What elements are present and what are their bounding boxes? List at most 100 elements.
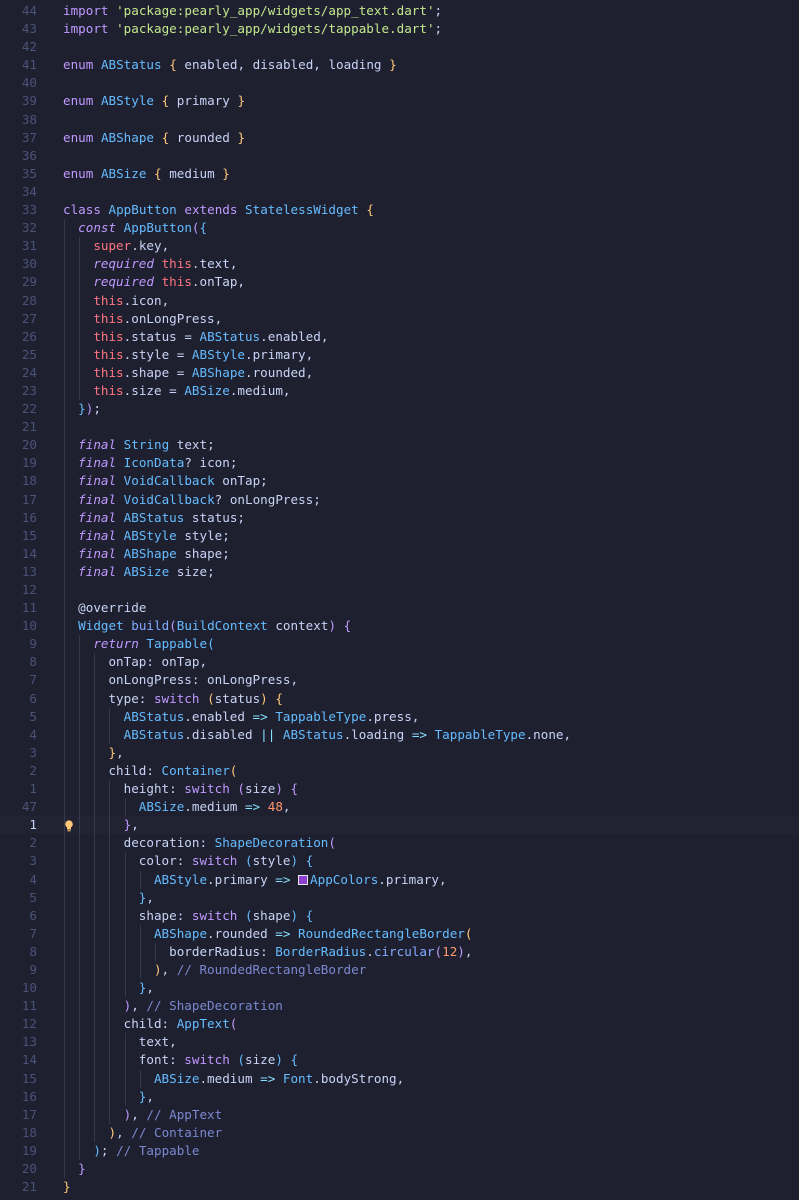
code-line[interactable]: 29 required this.onTap, — [0, 273, 799, 292]
line-number[interactable]: 5 — [0, 708, 37, 726]
line-number[interactable]: 13 — [0, 1033, 37, 1051]
line-code[interactable]: font: switch (size) { — [139, 1051, 298, 1069]
code-line[interactable]: 10}, — [0, 979, 799, 998]
line-code[interactable]: final VoidCallback onTap; — [78, 472, 268, 490]
code-line[interactable]: 14 font: switch (size) { — [0, 1051, 799, 1070]
line-code[interactable]: required this.text, — [93, 255, 237, 273]
line-code[interactable]: } — [63, 1178, 71, 1196]
line-code[interactable]: }, — [139, 889, 154, 907]
line-code[interactable]: this.icon, — [93, 292, 169, 310]
line-number[interactable]: 39 — [0, 92, 37, 110]
line-code[interactable]: text, — [139, 1033, 177, 1051]
line-code[interactable]: ), // AppText — [124, 1106, 223, 1124]
line-number[interactable]: 7 — [0, 671, 37, 689]
line-number[interactable]: 9 — [0, 635, 37, 653]
code-line[interactable]: 21} — [0, 1178, 799, 1196]
code-line[interactable]: 6 type: switch (status) { — [0, 689, 799, 708]
code-line[interactable]: 1}, — [0, 816, 799, 835]
code-line[interactable]: 24 this.shape = ABShape.rounded, — [0, 363, 799, 382]
line-number[interactable]: 3 — [0, 744, 37, 762]
line-code[interactable]: }, — [124, 816, 139, 834]
code-editor[interactable]: 44 import 'package:pearly_app/widgets/app… — [0, 0, 799, 1200]
line-number[interactable]: 20 — [0, 436, 37, 454]
code-line[interactable]: 16 final ABStatus status; — [0, 508, 799, 527]
line-code[interactable]: this.size = ABSize.medium, — [93, 382, 290, 400]
line-code[interactable]: final VoidCallback? onLongPress; — [78, 491, 321, 509]
line-code[interactable]: super.key, — [93, 237, 169, 255]
line-code[interactable]: this.status = ABStatus.enabled, — [93, 328, 328, 346]
code-line[interactable]: 11 @override — [0, 599, 799, 618]
code-line[interactable]: 4 ABStyle.primary => AppColors.primary, — [0, 870, 799, 889]
code-line[interactable]: 40 — [0, 74, 799, 92]
line-number[interactable]: 11 — [0, 599, 37, 617]
code-line[interactable]: 5}, — [0, 888, 799, 907]
line-number[interactable]: 6 — [0, 690, 37, 708]
line-code[interactable]: ABStyle.primary => AppColors.primary, — [154, 871, 447, 889]
code-line[interactable]: 5 ABStatus.enabled => TappableType.press, — [0, 707, 799, 726]
line-code[interactable]: shape: switch (shape) { — [139, 907, 313, 925]
line-code[interactable]: ABStatus.enabled => TappableType.press, — [124, 708, 420, 726]
line-number[interactable]: 8 — [0, 653, 37, 671]
line-number[interactable]: 5 — [0, 889, 37, 907]
line-code[interactable]: this.shape = ABShape.rounded, — [93, 364, 313, 382]
line-code[interactable]: this.style = ABStyle.primary, — [93, 346, 313, 364]
code-line[interactable]: 36 — [0, 147, 799, 165]
line-number[interactable]: 33 — [0, 201, 37, 219]
line-code[interactable]: enum ABStatus { enabled, disabled, loadi… — [63, 56, 397, 74]
code-line[interactable]: 2 decoration: ShapeDecoration( — [0, 834, 799, 853]
code-line[interactable]: 12 child: AppText( — [0, 1015, 799, 1034]
code-line[interactable]: 41 enum ABStatus { enabled, disabled, loa… — [0, 56, 799, 74]
code-line[interactable]: 14 final ABShape shape; — [0, 544, 799, 563]
code-line[interactable]: 19 final IconData? icon; — [0, 454, 799, 473]
line-code[interactable]: class AppButton extends StatelessWidget … — [63, 201, 374, 219]
line-number[interactable]: 35 — [0, 165, 37, 183]
line-code[interactable]: const AppButton({ — [78, 219, 207, 237]
code-line[interactable]: 17), // AppText — [0, 1105, 799, 1124]
line-number[interactable]: 22 — [0, 400, 37, 418]
line-number[interactable]: 40 — [0, 74, 37, 92]
line-number[interactable]: 43 — [0, 20, 37, 38]
line-code[interactable]: ), // Container — [108, 1124, 222, 1142]
line-code[interactable]: Widget build(BuildContext context) { — [78, 617, 351, 635]
line-number[interactable]: 15 — [0, 527, 37, 545]
line-code[interactable]: }); — [78, 400, 101, 418]
line-number[interactable]: 21 — [0, 418, 37, 436]
line-number[interactable]: 13 — [0, 563, 37, 581]
line-number[interactable]: 16 — [0, 1088, 37, 1106]
code-line[interactable]: 20 final String text; — [0, 436, 799, 455]
line-number[interactable]: 47 — [0, 798, 37, 816]
line-number[interactable]: 18 — [0, 472, 37, 490]
code-line[interactable]: 4 ABStatus.disabled || ABStatus.loading =… — [0, 725, 799, 744]
line-code[interactable]: ABStatus.disabled || ABStatus.loading =>… — [124, 726, 571, 744]
line-code[interactable]: borderRadius: BorderRadius.circular(12), — [169, 943, 472, 961]
line-code[interactable]: import 'package:pearly_app/widgets/app_t… — [63, 2, 442, 20]
code-line[interactable]: 7 onLongPress: onLongPress, — [0, 671, 799, 690]
line-number[interactable]: 26 — [0, 328, 37, 346]
code-line[interactable]: 47 ABSize.medium => 48, — [0, 798, 799, 817]
line-code[interactable]: height: switch (size) { — [124, 780, 298, 798]
line-code[interactable]: final IconData? icon; — [78, 454, 237, 472]
code-line[interactable]: 6 shape: switch (shape) { — [0, 906, 799, 925]
code-line[interactable]: 18), // Container — [0, 1123, 799, 1142]
line-number[interactable]: 32 — [0, 219, 37, 237]
line-code[interactable]: }, — [108, 744, 123, 762]
line-code[interactable]: ); // Tappable — [93, 1142, 199, 1160]
line-number[interactable]: 31 — [0, 237, 37, 255]
line-number[interactable]: 2 — [0, 834, 37, 852]
line-number[interactable]: 42 — [0, 38, 37, 56]
line-number[interactable]: 14 — [0, 545, 37, 563]
line-number[interactable]: 7 — [0, 925, 37, 943]
code-line[interactable]: 39 enum ABStyle { primary } — [0, 92, 799, 110]
code-line[interactable]: 33 class AppButton extends StatelessWidge… — [0, 201, 799, 219]
code-line[interactable]: 27 this.onLongPress, — [0, 309, 799, 328]
line-number[interactable]: 1 — [0, 816, 37, 834]
line-code[interactable]: this.onLongPress, — [93, 310, 222, 328]
code-line[interactable]: 37 enum ABShape { rounded } — [0, 129, 799, 147]
line-number[interactable]: 27 — [0, 310, 37, 328]
code-line[interactable]: 3 color: switch (style) { — [0, 852, 799, 871]
line-number[interactable]: 10 — [0, 979, 37, 997]
line-number[interactable]: 12 — [0, 581, 37, 599]
line-code[interactable]: }, — [139, 979, 154, 997]
line-code[interactable]: return Tappable( — [93, 635, 214, 653]
line-number[interactable]: 15 — [0, 1070, 37, 1088]
